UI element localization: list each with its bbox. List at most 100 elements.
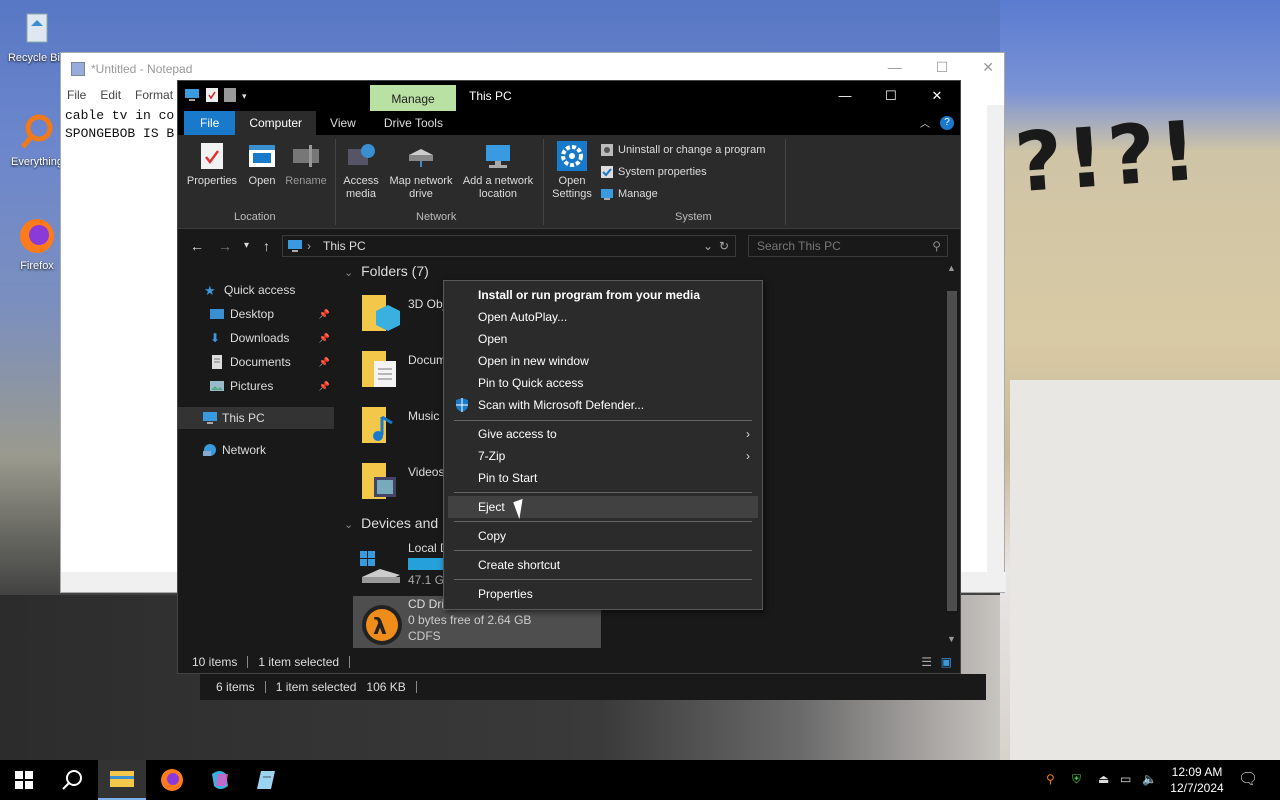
scrollbar-thumb[interactable] [947, 291, 957, 611]
network-location-icon [483, 141, 513, 171]
menu-item-properties[interactable]: Properties [448, 583, 758, 605]
minimize-icon[interactable]: — [822, 81, 868, 111]
menu-item-open[interactable]: Open [448, 328, 758, 350]
minimize-icon[interactable]: — [888, 59, 902, 76]
add-network-location-label: Add a network location [462, 175, 534, 200]
maximize-icon[interactable]: ☐ [936, 59, 949, 76]
nav-quick-access[interactable]: ★ Quick access [178, 279, 334, 301]
back-arrow-icon[interactable]: ← [190, 238, 204, 254]
tab-file[interactable]: File [184, 111, 236, 135]
folder-label[interactable]: 3D Obj [408, 297, 445, 311]
menu-item-open-autoplay[interactable]: Open AutoPlay... [448, 306, 758, 328]
system-properties-button[interactable]: System properties [600, 165, 707, 179]
menu-edit[interactable]: Edit [100, 88, 121, 102]
recent-locations-icon[interactable]: ▾ [244, 240, 249, 251]
defender-tray-icon[interactable]: ⛨ [1072, 772, 1081, 787]
menu-item-pin-start[interactable]: Pin to Start [448, 467, 758, 489]
menu-item-give-access[interactable]: Give access to › [448, 423, 758, 445]
taskbar-file-explorer[interactable] [98, 760, 146, 800]
chevron-up-icon[interactable]: ︿ [920, 115, 930, 130]
scroll-up-icon[interactable]: ▲ [947, 263, 956, 273]
desktop-icon-label: Firefox [20, 260, 54, 272]
close-icon[interactable]: ✕ [914, 81, 960, 111]
vertical-scrollbar[interactable] [987, 105, 1004, 575]
map-network-drive-button[interactable]: Map network drive [384, 135, 458, 201]
details-view-icon[interactable]: ☰ [921, 655, 932, 669]
explorer-titlebar[interactable]: ▾ Manage This PC — ☐ ✕ [178, 81, 960, 111]
help-icon[interactable]: ? [940, 115, 954, 130]
chevron-down-icon[interactable]: ▾ [242, 91, 247, 102]
manage-label: Manage [618, 188, 658, 200]
uninstall-program-button[interactable]: Uninstall or change a program [600, 143, 765, 157]
menu-item-copy[interactable]: Copy [448, 525, 758, 547]
clock[interactable]: 12:09 AM 12/7/2024 [1162, 764, 1232, 796]
nav-desktop[interactable]: Desktop 📌 [178, 303, 334, 325]
folder-label[interactable]: Videos [408, 465, 444, 479]
local-disk-icon[interactable] [360, 545, 402, 589]
this-pc-icon [184, 88, 200, 105]
nav-documents[interactable]: Documents 📌 [178, 351, 334, 373]
3d-objects-folder-icon[interactable] [360, 291, 402, 335]
add-network-location-button[interactable]: Add a network location [458, 135, 538, 201]
menu-item-open-new-window[interactable]: Open in new window [448, 350, 758, 372]
taskbar-firefox[interactable] [148, 760, 196, 800]
videos-folder-icon[interactable] [360, 459, 402, 503]
open-settings-button[interactable]: Open Settings [548, 135, 596, 201]
search-button[interactable] [48, 760, 96, 800]
menu-item-pin-quick-access[interactable]: Pin to Quick access [448, 372, 758, 394]
clock-time: 12:09 AM [1171, 765, 1223, 779]
menu-item-scan-defender[interactable]: Scan with Microsoft Defender... [448, 394, 758, 416]
menu-item-eject[interactable]: Eject [448, 496, 758, 518]
properties-qat-icon[interactable] [206, 88, 218, 105]
up-arrow-icon[interactable]: ↑ [263, 238, 270, 254]
tab-computer[interactable]: Computer [235, 111, 317, 135]
menu-item-create-shortcut[interactable]: Create shortcut [448, 554, 758, 576]
nav-network[interactable]: Network [178, 439, 334, 461]
chevron-down-icon[interactable]: ⌄ [703, 236, 713, 256]
pin-icon: 📌 [318, 332, 330, 343]
music-folder-icon[interactable] [360, 403, 402, 447]
network-tray-icon[interactable]: ▭ [1120, 772, 1131, 786]
drive-label[interactable]: CD Dri [408, 597, 444, 611]
usb-eject-icon[interactable]: ⏏ [1098, 772, 1109, 786]
vertical-scrollbar[interactable]: ▲ ▼ [943, 261, 959, 646]
address-box[interactable]: › This PC ⌄ ↻ [282, 235, 736, 257]
folder-label[interactable]: Docum [408, 353, 446, 367]
everything-tray-icon[interactable]: ⚲ [1046, 772, 1055, 786]
taskbar-notepad[interactable] [244, 760, 292, 800]
forward-arrow-icon[interactable]: → [218, 238, 232, 254]
folders-section-header[interactable]: ⌄ Folders (7) [344, 263, 429, 279]
maximize-icon[interactable]: ☐ [868, 81, 914, 111]
new-folder-qat-icon[interactable] [224, 88, 236, 105]
scroll-down-icon[interactable]: ▼ [947, 634, 956, 644]
properties-button[interactable]: Properties [182, 135, 242, 188]
tab-drive-tools[interactable]: Drive Tools [370, 111, 457, 135]
menu-file[interactable]: File [67, 88, 86, 102]
menu-item-7zip[interactable]: 7-Zip › [448, 445, 758, 467]
search-input[interactable]: Search This PC ⚲ [748, 235, 948, 257]
large-icons-view-icon[interactable]: ▣ [941, 655, 952, 669]
access-media-button[interactable]: Access media [338, 135, 384, 201]
manage-button[interactable]: Manage [600, 187, 658, 201]
menu-item-install-run[interactable]: Install or run program from your media [448, 284, 758, 306]
devices-section-header[interactable]: ⌄ Devices and [344, 515, 438, 531]
folder-label[interactable]: Music [408, 409, 439, 423]
open-button[interactable]: Open [242, 135, 282, 188]
nav-this-pc[interactable]: This PC [178, 407, 334, 429]
tab-view[interactable]: View [316, 111, 370, 135]
rename-button[interactable]: Rename [282, 135, 330, 188]
refresh-icon[interactable]: ↻ [719, 236, 729, 256]
notifications-icon[interactable]: 🗨 [1238, 769, 1258, 789]
menu-format[interactable]: Format [135, 88, 173, 102]
search-icon [62, 770, 82, 790]
taskbar-copilot[interactable] [196, 760, 244, 800]
half-life-lambda-icon[interactable]: λ [360, 601, 402, 645]
tab-manage[interactable]: Manage [370, 85, 456, 111]
nav-downloads[interactable]: ⬇ Downloads 📌 [178, 327, 334, 349]
nav-pictures[interactable]: Pictures 📌 [178, 375, 334, 397]
defender-shield-icon [454, 397, 470, 420]
close-icon[interactable]: ✕ [982, 59, 994, 76]
volume-muted-icon[interactable]: 🔈 [1142, 772, 1157, 786]
documents-folder-icon[interactable] [360, 347, 402, 391]
start-button[interactable] [0, 760, 48, 800]
